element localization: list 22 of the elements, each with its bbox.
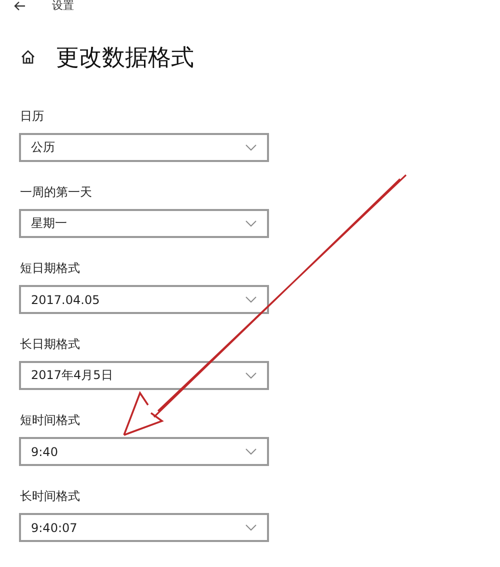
chevron-icon <box>245 220 257 227</box>
field-label: 短日期格式 <box>20 260 81 276</box>
field-label: 一周的第一天 <box>20 184 93 200</box>
field-label: 日历 <box>20 108 45 124</box>
dropdown[interactable]: 2017年4月5日 <box>19 361 269 390</box>
dropdown[interactable]: 2017.04.05 <box>19 285 269 314</box>
window-title: 设置 <box>52 0 74 12</box>
dropdown[interactable]: 公历 <box>19 133 269 162</box>
dropdown[interactable]: 9:40:07 <box>19 513 269 542</box>
chevron-icon <box>245 372 257 379</box>
page-title: 更改数据格式 <box>56 44 194 72</box>
home-icon[interactable] <box>20 49 36 65</box>
chevron-icon <box>245 524 257 531</box>
field-label: 长日期格式 <box>20 336 81 352</box>
back-icon[interactable] <box>14 1 26 11</box>
chevron-icon <box>245 296 257 303</box>
chevron-icon <box>245 448 257 455</box>
field-label: 短时间格式 <box>20 412 81 428</box>
field-label: 长时间格式 <box>20 488 81 504</box>
chevron-icon <box>245 144 257 151</box>
dropdown[interactable]: 星期一 <box>19 209 269 238</box>
dropdown[interactable]: 9:40 <box>19 437 269 466</box>
